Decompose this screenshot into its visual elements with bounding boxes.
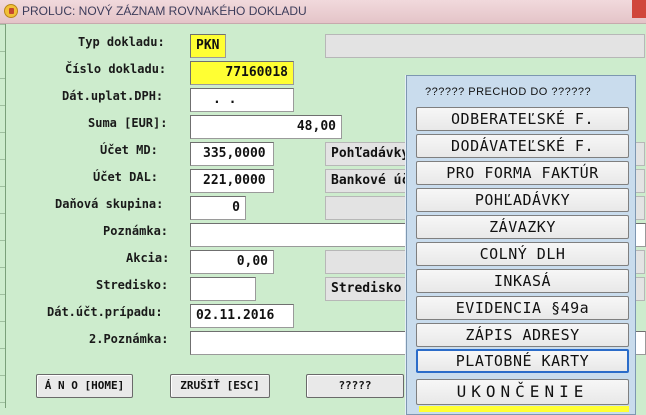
title-bar: PROLUC: NOVÝ ZÁZNAM ROVNAKÉHO DOKLADU [0,0,646,24]
poznamka-label: Poznámka: [103,224,169,238]
stredisko-field[interactable] [190,277,256,301]
menu-item-dodavatelske[interactable]: DODÁVATEĽSKÉ F. [416,134,629,158]
menu-item-zavazky[interactable]: ZÁVAZKY [416,215,629,239]
menu-bottom-highlight [419,406,629,412]
zrusit-button[interactable]: ZRUŠIŤ [ESC] [170,374,270,398]
dat-uct-pripadu-label: Dát.účt.prípadu: [47,305,163,319]
suma-label: Suma [EUR]: [88,116,168,130]
ucet-dal-field[interactable]: 221,0000 [190,169,274,193]
left-scroll-strip [0,24,6,408]
menu-item-platobne-karty[interactable]: PLATOBNÉ KARTY [416,349,629,373]
menu-item-pro-forma[interactable]: PRO FORMA FAKTÚR [416,161,629,185]
suma-field[interactable]: 48,00 [190,115,342,139]
stredisko-label: Stredisko: [96,278,169,292]
typ-dokladu-label: Typ dokladu: [78,35,165,49]
prechod-do-menu: ?????? PRECHOD DO ?????? ODBERATEĽSKÉ F.… [406,75,636,415]
typ-dokladu-description [325,34,645,58]
danova-skupina-label: Daňová skupina: [55,197,164,211]
danova-skupina-field[interactable]: 0 [190,196,246,220]
menu-item-pohladavky[interactable]: POHĽADÁVKY [416,188,629,212]
menu-item-ukoncenie[interactable]: UKONČENIE [416,379,629,405]
dat-uplat-dph-label: Dát.uplat.DPH: [62,89,164,103]
dat-uplat-dph-field[interactable]: . . [190,88,294,112]
menu-item-odberatelske[interactable]: ODBERATEĽSKÉ F. [416,107,629,131]
ano-button[interactable]: Á N O [HOME] [36,374,133,398]
app-icon [4,4,18,18]
unknown-button[interactable]: ????? [306,374,404,398]
ucet-md-label: Účet MD: [100,143,158,157]
menu-item-colny-dlh[interactable]: COLNÝ DLH [416,242,629,266]
menu-item-inkasa[interactable]: INKASÁ [416,269,629,293]
dat-uct-pripadu-field[interactable]: 02.11.2016 [190,304,294,328]
poznamka-2-label: 2.Poznámka: [89,332,169,346]
window-title: PROLUC: NOVÝ ZÁZNAM ROVNAKÉHO DOKLADU [22,4,307,18]
akcia-label: Akcia: [126,251,170,265]
ucet-dal-label: Účet DAL: [93,170,159,184]
menu-title: ?????? PRECHOD DO ?????? [425,86,592,98]
menu-item-evidencia[interactable]: EVIDENCIA §49a [416,296,629,320]
ucet-md-field[interactable]: 335,0000 [190,142,274,166]
cislo-dokladu-field[interactable]: 77160018 [190,61,294,85]
akcia-field[interactable]: 0,00 [190,250,274,274]
close-button[interactable] [632,0,646,18]
typ-dokladu-field[interactable]: PKN [190,34,226,58]
cislo-dokladu-label: Číslo dokladu: [65,62,167,76]
menu-item-zapis-adresy[interactable]: ZÁPIS ADRESY [416,323,629,347]
